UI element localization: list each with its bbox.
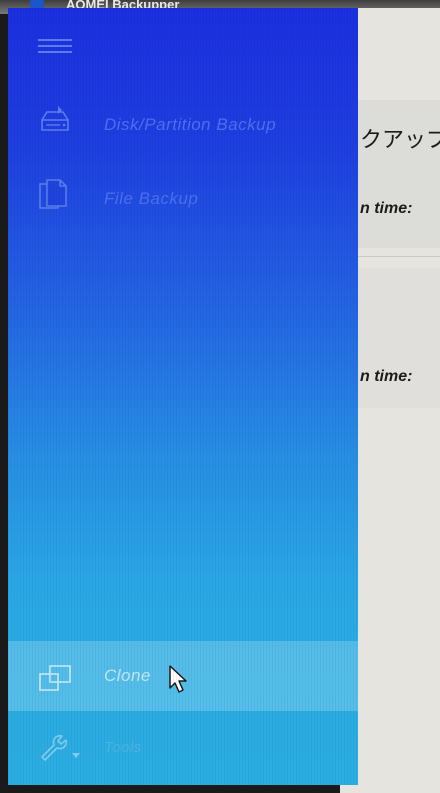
task-heading: クアップ — [360, 127, 440, 152]
sidebar-item-tools[interactable]: Tools — [8, 711, 358, 785]
wrench-icon — [38, 733, 82, 768]
task-time-label: n time: — [360, 200, 413, 217]
sidebar-item-disk-partition-backup[interactable]: Disk/Partition Backup — [8, 98, 358, 148]
file-icon — [38, 178, 70, 217]
sidebar-item-label: Clone — [104, 666, 151, 685]
hamburger-menu-icon[interactable] — [38, 38, 72, 54]
sidebar-item-label: Disk/Partition Backup — [104, 115, 277, 134]
screen: AOMEI Backupper クアップ n time: n time: Dis… — [0, 0, 440, 793]
clone-icon — [38, 663, 74, 698]
navigation-drawer: Disk/Partition Backup File Backup Clone — [8, 8, 358, 785]
mouse-cursor-icon — [168, 664, 190, 694]
sidebar-item-file-backup[interactable]: File Backup — [8, 174, 358, 224]
sidebar-item-label: File Backup — [104, 189, 199, 208]
sidebar-item-label: Tools — [104, 739, 142, 756]
task-time-label: n time: — [360, 368, 413, 385]
disk-icon — [38, 106, 72, 139]
